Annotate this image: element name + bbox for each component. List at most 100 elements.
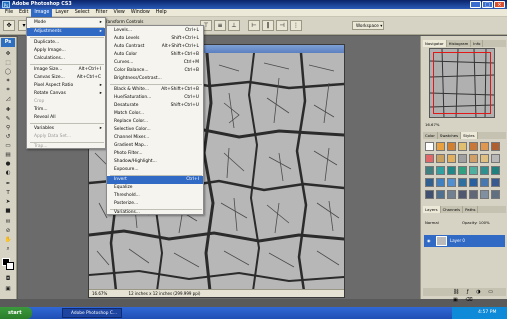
menu-item-apply-image[interactable]: Apply Image... [27,47,105,55]
style-swatch[interactable] [480,166,489,175]
menu-item-calculations[interactable]: Calculations... [27,55,105,63]
style-swatch[interactable] [458,142,467,151]
menu-item-black-white[interactable]: Black & White... Alt+Shift+Ctrl+B [107,86,203,94]
magic-wand-tool-icon[interactable]: ✶ [2,77,14,85]
style-swatch[interactable] [491,166,500,175]
style-swatch[interactable] [469,190,478,199]
brush-tool-icon[interactable]: ✎ [2,115,14,123]
tab-channels[interactable]: Channels [441,206,464,213]
menu-help[interactable]: Help [153,9,170,17]
menu-item-variables[interactable]: Variables ▸ [27,125,105,133]
distribute-center-icon[interactable]: ‖ [262,20,274,31]
slice-tool-icon[interactable]: ◿ [2,95,14,103]
style-swatch[interactable] [436,142,445,151]
menu-file[interactable]: File [2,9,16,17]
style-swatch[interactable] [458,178,467,187]
style-swatch[interactable] [436,166,445,175]
navigator-view-box[interactable] [433,52,491,114]
menu-item-reveal-all[interactable]: Reveal All [27,114,105,122]
gradient-tool-icon[interactable]: ▤ [2,151,14,159]
minimize-button[interactable]: _ [470,1,481,8]
menu-item-rotate-canvas[interactable]: Rotate Canvas ▸ [27,90,105,98]
menu-item-pixel-aspect-ratio[interactable]: Pixel Aspect Ratio ▸ [27,82,105,90]
zoom-tool-icon[interactable]: ⌕ [2,245,14,253]
eye-icon[interactable]: ◉ [427,235,431,247]
style-swatch[interactable] [425,190,434,199]
blend-mode-select[interactable]: Normal [425,220,439,225]
style-swatch[interactable] [447,190,456,199]
style-swatch[interactable] [447,154,456,163]
menu-item-photo-filter[interactable]: Photo Filter... [107,150,203,158]
style-swatch[interactable] [480,190,489,199]
menu-item-adjustments[interactable]: Adjustments ▸ [27,28,105,36]
style-swatch[interactable] [436,190,445,199]
menu-item-exposure[interactable]: Exposure... [107,166,203,174]
style-swatch[interactable] [458,154,467,163]
style-swatch[interactable] [447,142,456,151]
style-swatch[interactable] [480,154,489,163]
close-button[interactable]: × [494,1,505,8]
distribute-extra-icon[interactable]: ⋮ [290,20,302,31]
tab-navigator[interactable]: Navigator [423,40,447,47]
style-swatch[interactable] [491,142,500,151]
style-swatch[interactable] [425,178,434,187]
menu-item-gradient-map[interactable]: Gradient Map... [107,142,203,150]
history-brush-tool-icon[interactable]: ↺ [2,133,14,141]
clone-stamp-tool-icon[interactable]: ⚲ [2,124,14,132]
hand-tool-icon[interactable]: ✋ [2,236,14,244]
menu-item-trim[interactable]: Trim... [27,106,105,114]
menu-item-channel-mixer[interactable]: Channel Mixer... [107,134,203,142]
tab-paths[interactable]: Paths [463,206,479,213]
menu-item-invert[interactable]: Invert Ctrl+I [107,176,203,184]
screen-mode-icon[interactable]: ▣ [2,285,14,293]
quick-mask-icon[interactable]: ◘ [2,275,14,283]
background-color-swatch[interactable] [6,262,14,270]
menu-edit[interactable]: Edit [16,9,31,17]
menu-item-duplicate[interactable]: Duplicate... [27,39,105,47]
menu-item-shadow-highlight[interactable]: Shadow/Highlight... [107,158,203,166]
menu-filter[interactable]: Filter [93,9,111,17]
tab-styles[interactable]: Styles [461,132,478,139]
style-swatch[interactable] [425,142,434,151]
opacity-field[interactable]: Opacity: 100% [462,220,490,225]
style-swatch[interactable] [480,142,489,151]
menu-select[interactable]: Select [72,9,93,17]
menu-item-auto-contrast[interactable]: Auto Contrast Alt+Shift+Ctrl+L [107,43,203,51]
menu-item-mode[interactable]: Mode ▸ [27,19,105,27]
status-zoom[interactable]: 16.67% [92,291,107,296]
pen-tool-icon[interactable]: ✒ [2,180,14,188]
taskbar-photoshop-button[interactable]: Adobe Photoshop C... [62,308,122,318]
menu-item-posterize[interactable]: Posterize... [107,200,203,208]
menu-item-variations[interactable]: Variations... [107,209,203,217]
workspace-button[interactable]: Workspace ▾ [352,21,384,30]
layers-footer-icons[interactable]: ⛓ ƒ ◑ ▭ ▣ ⌫ [423,288,506,303]
distribute-right-icon[interactable]: ⊣ [276,20,288,31]
menu-window[interactable]: Window [128,9,153,17]
style-swatch[interactable] [436,178,445,187]
style-swatch[interactable] [425,166,434,175]
notes-tool-icon[interactable]: ✉ [2,218,14,226]
style-swatch[interactable] [480,178,489,187]
tab-info[interactable]: Info [471,40,484,47]
crop-tool-icon[interactable]: ⌗ [2,86,14,94]
type-tool-icon[interactable]: T [2,189,14,197]
marquee-tool-icon[interactable]: ⬚ [2,59,14,67]
tab-layers[interactable]: Layers [423,206,441,213]
style-swatch[interactable] [447,166,456,175]
maximize-button[interactable]: □ [482,1,493,8]
menu-item-replace-color[interactable]: Replace Color... [107,118,203,126]
style-swatch[interactable] [469,142,478,151]
tab-swatches[interactable]: Swatches [438,132,462,139]
style-swatch[interactable] [436,154,445,163]
healing-brush-tool-icon[interactable]: ✚ [2,106,14,114]
shape-tool-icon[interactable]: ■ [2,207,14,215]
style-swatch[interactable] [458,190,467,199]
menu-item-curves[interactable]: Curves... Ctrl+M [107,59,203,67]
navigator-thumbnail[interactable] [429,48,495,118]
style-swatch[interactable] [491,178,500,187]
align-middle-icon[interactable]: ≡ [214,20,226,31]
move-tool-icon[interactable]: ✥ [3,20,15,31]
layer-name[interactable]: Layer 0 [450,238,465,243]
style-swatch[interactable] [458,166,467,175]
tab-color[interactable]: Color [423,132,438,139]
